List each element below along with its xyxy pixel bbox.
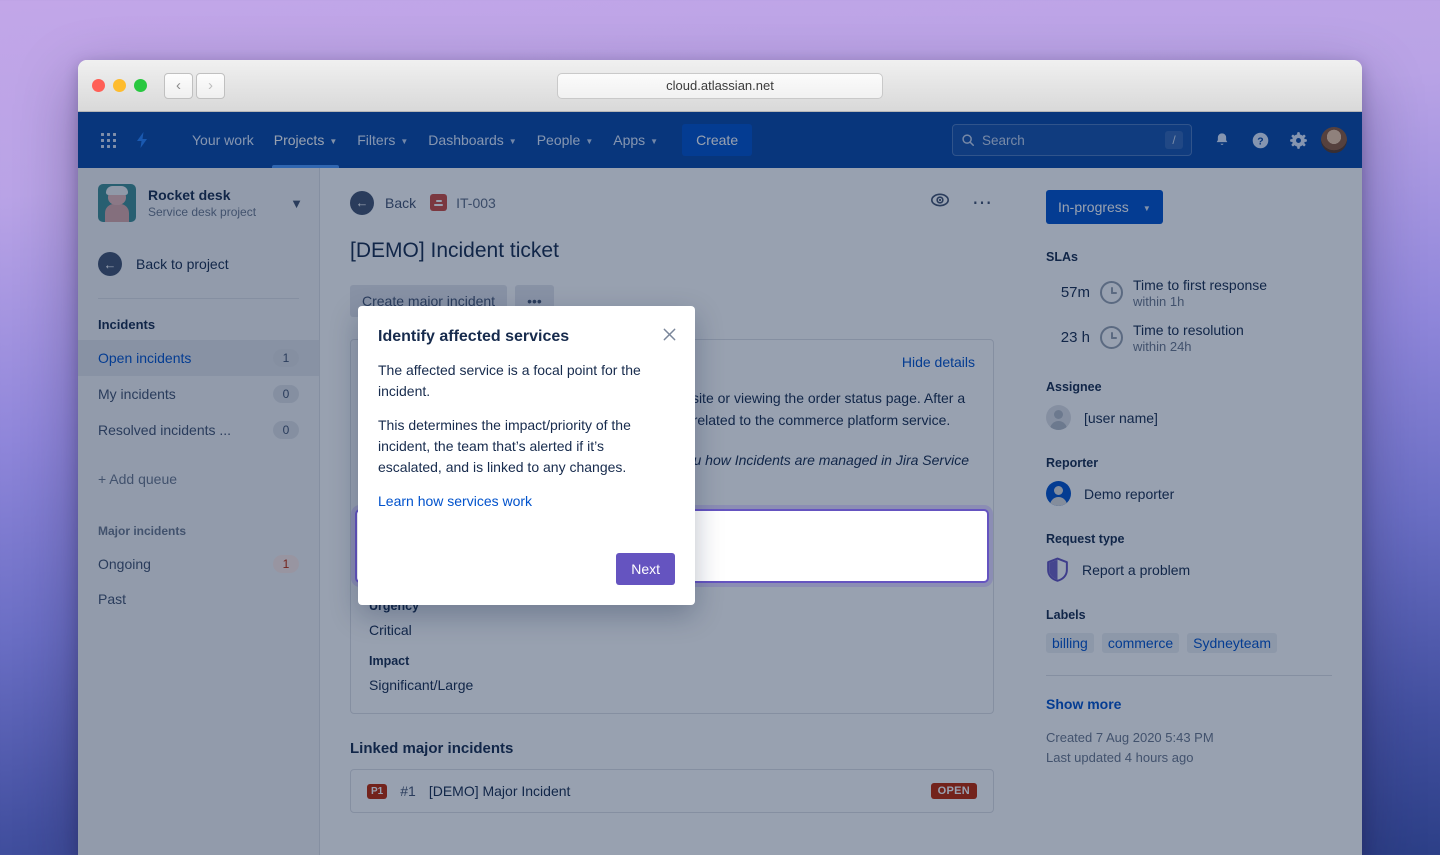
url-text: cloud.atlassian.net	[666, 78, 774, 93]
modal-paragraph-1: The affected service is a focal point fo…	[378, 360, 671, 401]
next-button[interactable]: Next	[616, 553, 675, 585]
browser-window: ‹ › cloud.atlassian.net Your work	[78, 60, 1362, 855]
address-bar[interactable]: cloud.atlassian.net	[557, 73, 883, 99]
forward-button[interactable]: ›	[196, 73, 225, 99]
browser-chrome: ‹ › cloud.atlassian.net	[78, 60, 1362, 112]
modal-paragraph-2: This determines the impact/priority of t…	[378, 415, 671, 477]
learn-more-link[interactable]: Learn how services work	[378, 493, 532, 509]
close-window-button[interactable]	[92, 79, 105, 92]
close-icon[interactable]	[662, 327, 677, 342]
spotlight-modal: Identify affected services The affected …	[358, 306, 695, 605]
maximize-window-button[interactable]	[134, 79, 147, 92]
page-content: Your work Projects ▼ Filters ▼ Dashboard…	[78, 112, 1362, 855]
modal-overlay[interactable]	[78, 112, 1362, 855]
minimize-window-button[interactable]	[113, 79, 126, 92]
browser-navigation: ‹ ›	[164, 73, 225, 99]
window-controls	[92, 79, 147, 92]
back-button[interactable]: ‹	[164, 73, 193, 99]
modal-title: Identify affected services	[378, 328, 671, 346]
